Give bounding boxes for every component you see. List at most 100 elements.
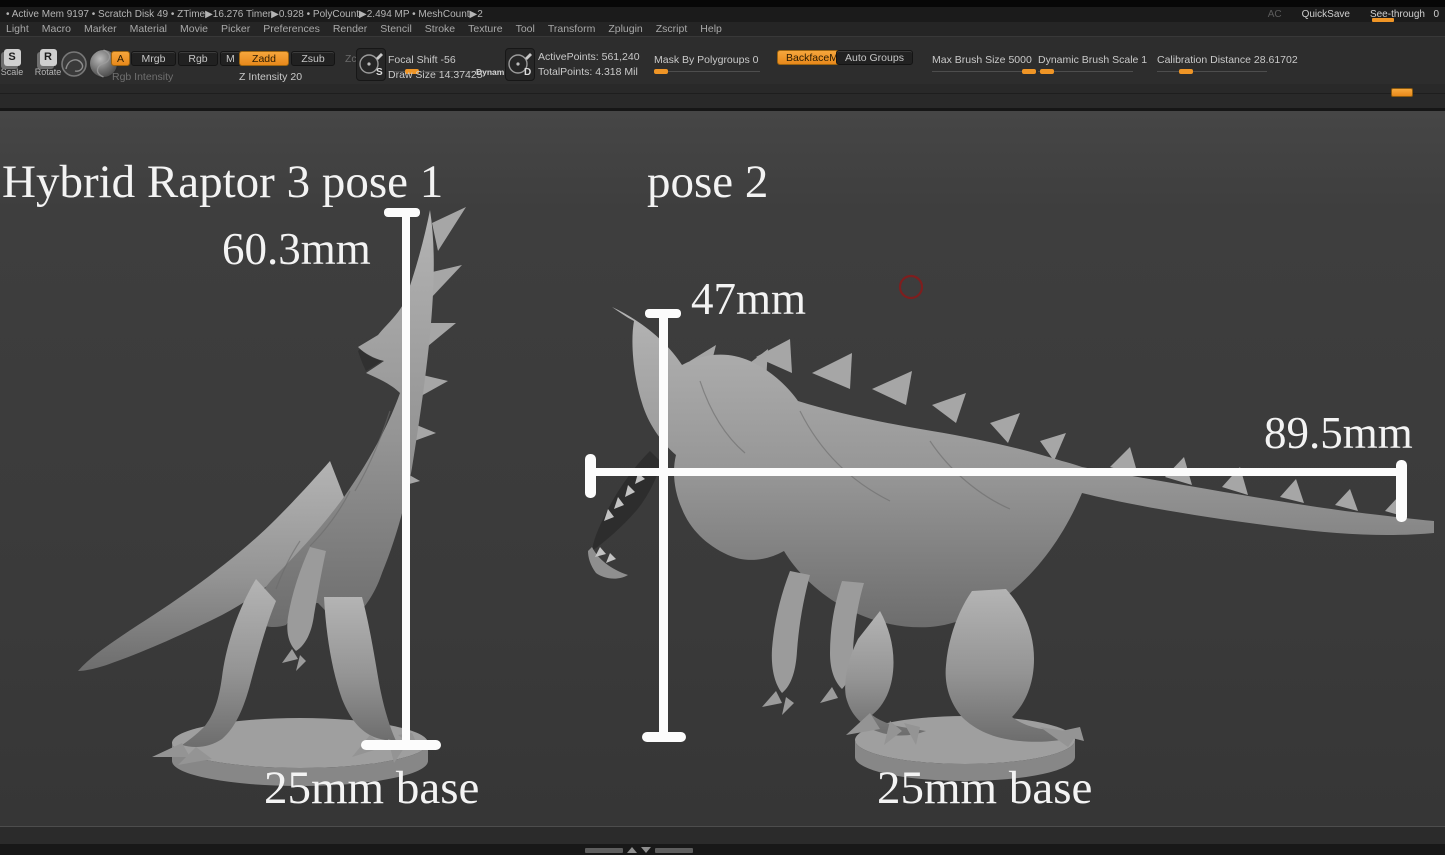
pose2-height-line-top-cap bbox=[645, 309, 681, 318]
max-brush-size-value: 5000 bbox=[1008, 54, 1031, 66]
sculpt-scene bbox=[0, 111, 1445, 826]
dynamic-brush-scale-slider[interactable]: Dynamic Brush Scale 1 bbox=[1038, 50, 1133, 72]
sub-shelf bbox=[0, 84, 1445, 108]
status-bar-right: AC QuickSave See-through 0 bbox=[1268, 7, 1439, 22]
mask-by-polygroups-handle[interactable] bbox=[654, 69, 668, 74]
menu-item[interactable]: Zplugin bbox=[608, 23, 642, 35]
arrow-down-icon[interactable] bbox=[641, 847, 651, 853]
stroke-picker-icon bbox=[60, 50, 88, 78]
divider-bar-left bbox=[585, 848, 623, 853]
red-circle-marker bbox=[900, 276, 922, 298]
arrow-up-icon[interactable] bbox=[627, 847, 637, 853]
dynamic-brush-scale-value: 1 bbox=[1141, 54, 1147, 66]
brush-size-s-button[interactable]: S bbox=[356, 48, 386, 81]
calibration-distance-handle[interactable] bbox=[1179, 69, 1193, 74]
raptor-model-pose2 bbox=[588, 307, 1434, 781]
menu-item[interactable]: Transform bbox=[548, 23, 595, 35]
pose2-open-jaw bbox=[592, 451, 662, 551]
pose2-length-line-right-cap bbox=[1396, 460, 1407, 522]
menu-item[interactable]: Marker bbox=[84, 23, 117, 35]
pose1-base-label: 25mm base bbox=[264, 761, 479, 815]
menu-item[interactable]: Picker bbox=[221, 23, 250, 35]
scale-icon: S bbox=[4, 49, 21, 66]
calibration-distance-slider[interactable]: Calibration Distance 28.61702 bbox=[1157, 50, 1267, 72]
zadd-button[interactable]: Zadd bbox=[239, 51, 289, 66]
mrgb-button[interactable]: Mrgb bbox=[131, 51, 176, 66]
stroke-picker-button[interactable] bbox=[60, 50, 88, 83]
mask-by-polygroups-value: 0 bbox=[753, 54, 759, 66]
menu-item[interactable]: Stroke bbox=[425, 23, 455, 35]
calibration-distance-label: Calibration Distance bbox=[1157, 54, 1251, 66]
see-through-slider[interactable]: See-through 0 bbox=[1370, 7, 1439, 22]
total-points-readout: TotalPoints: 4.318 Mil bbox=[538, 65, 638, 79]
see-through-value: 0 bbox=[1433, 7, 1439, 22]
ac-button[interactable]: AC bbox=[1268, 7, 1282, 22]
brush-size-d-icon: D bbox=[506, 49, 534, 80]
brush-size-s-icon: S bbox=[357, 49, 385, 80]
z-intensity-label: Z Intensity bbox=[239, 71, 287, 83]
menu-bar: Light Macro Marker Material Movie Picker Prefe… bbox=[0, 22, 1445, 36]
bottom-tray-strip bbox=[0, 826, 1445, 844]
divider-bar-right bbox=[655, 848, 693, 853]
dynamic-brush-scale-handle[interactable] bbox=[1040, 69, 1054, 74]
menu-item[interactable]: Movie bbox=[180, 23, 208, 35]
mask-by-polygroups-label: Mask By Polygroups bbox=[654, 54, 750, 66]
dynamic-brush-scale-label: Dynamic Brush Scale bbox=[1038, 54, 1138, 66]
z-intensity-value: 20 bbox=[290, 71, 302, 83]
pose2-length-line bbox=[590, 468, 1402, 476]
pose1-height-line-bottom-cap bbox=[361, 740, 441, 750]
menu-item[interactable]: Render bbox=[333, 23, 367, 35]
a-toggle-button[interactable]: A bbox=[111, 51, 130, 66]
zbrush-window: • Active Mem 9197 • Scratch Disk 49 • ZT… bbox=[0, 0, 1445, 855]
max-brush-size-slider[interactable]: Max Brush Size 5000 bbox=[932, 50, 1032, 72]
max-brush-size-handle[interactable] bbox=[1022, 69, 1036, 74]
menu-item[interactable]: Stencil bbox=[380, 23, 412, 35]
window-top-edge bbox=[0, 0, 1445, 7]
pose2-length-label: 89.5mm bbox=[1264, 407, 1413, 459]
draw-size-label: Draw Size bbox=[388, 69, 436, 81]
pose2-leg-rear bbox=[946, 589, 1076, 742]
pose2-leg-front bbox=[845, 611, 926, 736]
active-points-readout: ActivePoints: 561,240 bbox=[538, 50, 640, 64]
viewport-canvas[interactable]: Hybrid Raptor 3 pose 1 pose 2 60.3mm 47m… bbox=[0, 111, 1445, 826]
pose2-height-line-bottom-cap bbox=[642, 732, 686, 742]
pose1-title: Hybrid Raptor 3 pose 1 bbox=[2, 155, 443, 209]
rgb-button[interactable]: Rgb bbox=[178, 51, 218, 66]
menu-item[interactable]: Tool bbox=[516, 23, 535, 35]
rgb-intensity-label: Rgb Intensity bbox=[112, 71, 173, 83]
mask-by-polygroups-slider[interactable]: Mask By Polygroups 0 bbox=[654, 50, 760, 72]
pose2-title: pose 2 bbox=[647, 155, 768, 209]
shelf-groove bbox=[0, 93, 1445, 94]
tray-divider-handle[interactable] bbox=[585, 847, 693, 853]
menu-item[interactable]: Light bbox=[6, 23, 29, 35]
svg-text:D: D bbox=[524, 67, 531, 78]
pose2-base-label: 25mm base bbox=[877, 761, 1092, 815]
auto-groups-button[interactable]: Auto Groups bbox=[836, 50, 913, 65]
menu-item[interactable]: Help bbox=[700, 23, 722, 35]
memory-stats-text: • Active Mem 9197 • Scratch Disk 49 • ZT… bbox=[0, 9, 483, 20]
shelf-orange-indicator[interactable] bbox=[1391, 88, 1413, 97]
quicksave-button[interactable]: QuickSave bbox=[1302, 7, 1350, 22]
brush-size-d-button[interactable]: D bbox=[505, 48, 535, 81]
top-shelf: S Scale R Rotate bbox=[0, 36, 1445, 84]
pose1-height-line bbox=[402, 210, 410, 746]
bottom-bar bbox=[0, 844, 1445, 855]
pose1-height-label: 60.3mm bbox=[222, 223, 371, 275]
pose2-length-line-left-cap bbox=[585, 454, 596, 498]
pose2-height-line bbox=[659, 312, 668, 740]
rotate-icon: R bbox=[40, 49, 57, 66]
menu-item[interactable]: Texture bbox=[468, 23, 502, 35]
svg-text:S: S bbox=[376, 67, 383, 78]
calibration-distance-value: 28.61702 bbox=[1254, 54, 1298, 66]
menu-item[interactable]: Macro bbox=[42, 23, 71, 35]
zsub-button[interactable]: Zsub bbox=[291, 51, 335, 66]
menu-item[interactable]: Preferences bbox=[263, 23, 320, 35]
pose2-height-label: 47mm bbox=[691, 273, 806, 325]
pose1-height-line-top-cap bbox=[384, 208, 420, 217]
pose2-arm-near bbox=[772, 571, 810, 693]
pose2-body bbox=[612, 307, 1434, 627]
max-brush-size-label: Max Brush Size bbox=[932, 54, 1006, 66]
menu-item[interactable]: Material bbox=[130, 23, 167, 35]
menu-item[interactable]: Zscript bbox=[656, 23, 688, 35]
m-button[interactable]: M bbox=[220, 51, 241, 66]
